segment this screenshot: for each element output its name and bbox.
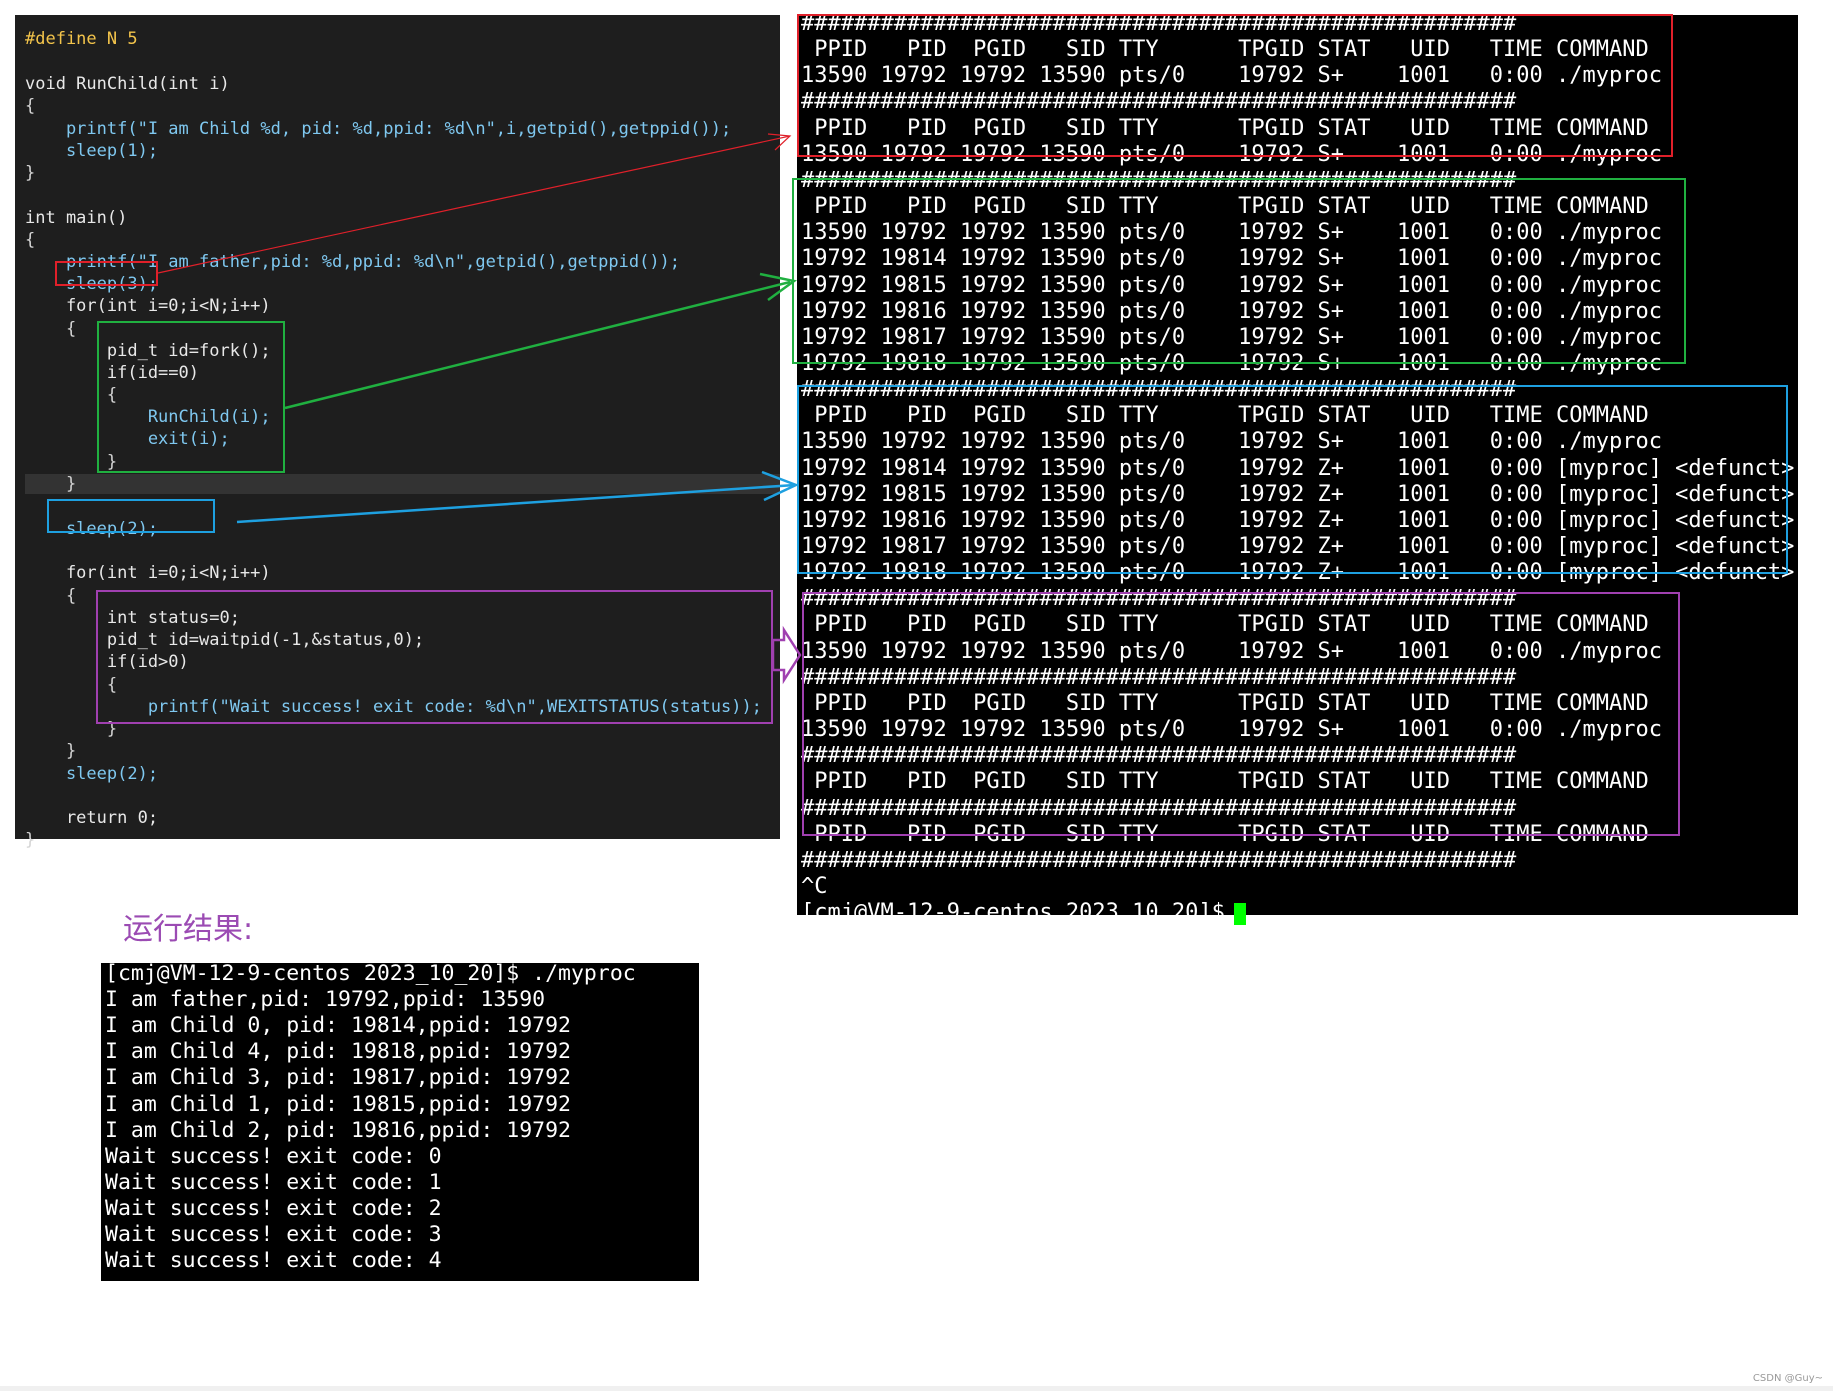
- green-arrow: [284, 272, 798, 410]
- bottom-border: [0, 1386, 1833, 1391]
- purple-arrow: [771, 625, 802, 685]
- watermark: CSDN @Guy~: [1752, 1373, 1823, 1384]
- red-arrow: [157, 133, 792, 274]
- annotation-arrows: [157, 133, 802, 685]
- blue-arrow: [236, 470, 800, 524]
